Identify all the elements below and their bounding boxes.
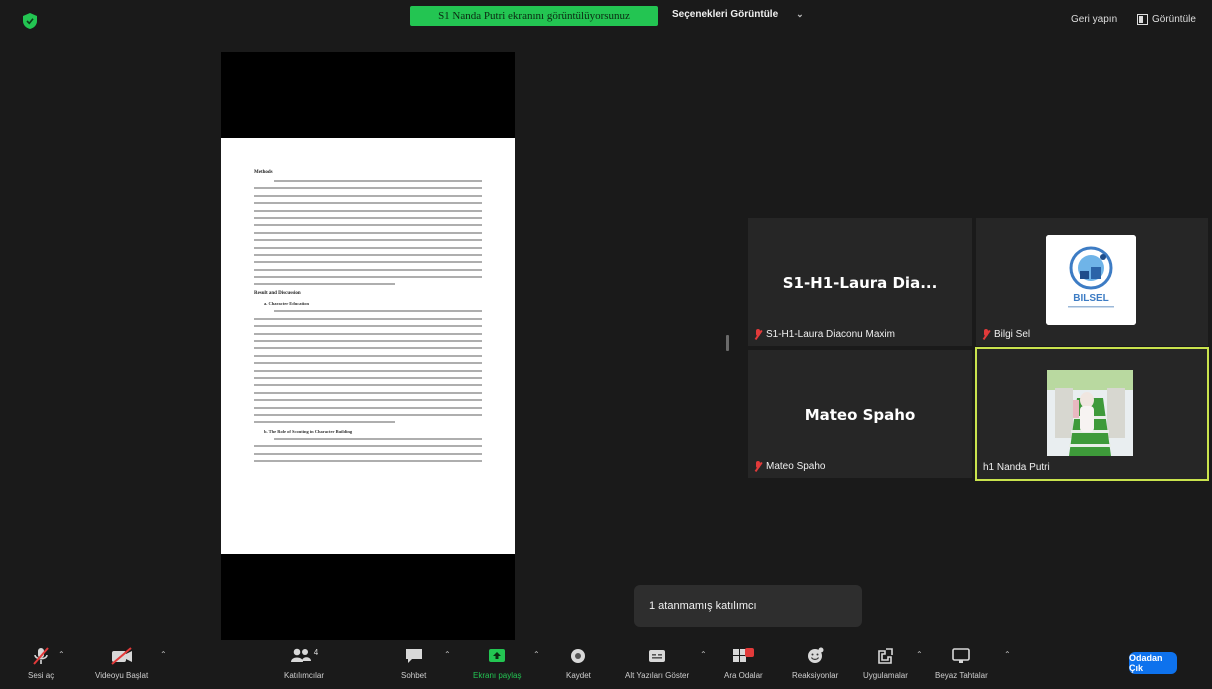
participant-tile-mateo[interactable]: Mateo Spaho Mateo Spaho	[747, 349, 973, 479]
doc-heading-methods: Methods	[254, 170, 273, 175]
whiteboard-icon	[952, 648, 971, 663]
chevron-down-icon[interactable]: ⌄	[796, 9, 804, 20]
meeting-toolbar: Sesi aç ⌃ Videoyu Başlat ⌃ 4 Katılımcıla…	[0, 640, 1212, 689]
record-icon	[571, 649, 586, 663]
reactions-smiley-icon	[808, 647, 824, 663]
reactions-button[interactable]: Reaksiyonlar	[792, 646, 838, 680]
chat-icon	[405, 649, 422, 663]
apps-button[interactable]: Uygulamalar	[863, 646, 908, 680]
whiteboard-options-chevron-icon[interactable]: ⌃	[1004, 650, 1011, 659]
chat-options-chevron-icon[interactable]: ⌃	[444, 650, 451, 659]
doc-subheading: b. The Role of Scouting in Character Bui…	[264, 428, 353, 434]
participants-icon	[290, 648, 311, 662]
video-options-chevron-icon[interactable]: ⌃	[160, 650, 167, 659]
participant-name-label: Bilgi Sel	[982, 329, 1030, 340]
chat-button[interactable]: Sohbet	[401, 646, 426, 680]
view-button[interactable]: Görüntüle	[1137, 14, 1196, 25]
leave-meeting-button[interactable]: Odadan Çık	[1129, 652, 1177, 674]
doc-subheading: a. Character Education	[264, 301, 310, 307]
view-options-menu[interactable]: Seçenekleri Görüntüle ⌄	[672, 9, 804, 20]
mic-muted-icon	[754, 329, 762, 340]
audio-options-chevron-icon[interactable]: ⌃	[58, 650, 65, 659]
doc-paragraph	[254, 437, 482, 462]
breakout-rooms-icon	[733, 648, 755, 662]
start-video-button[interactable]: Videoyu Başlat	[95, 646, 148, 680]
participant-name-label: h1 Nanda Putri	[983, 462, 1050, 473]
apps-icon	[878, 648, 894, 664]
doc-paragraph	[254, 310, 482, 424]
share-screen-icon	[489, 649, 506, 662]
exit-fullscreen-button[interactable]: Geri yapın	[1071, 14, 1117, 25]
participant-display-name: S1-H1-Laura Dia...	[782, 274, 938, 292]
notification-text: 1 atanmamış katılımcı	[649, 600, 757, 612]
doc-paragraph	[254, 180, 482, 286]
unmute-button[interactable]: Sesi aç	[28, 646, 54, 680]
breakout-rooms-button[interactable]: Ara Odalar	[724, 646, 763, 680]
mic-muted-icon	[982, 329, 990, 340]
shared-document-page: Methods Result and Discussion a. Charact…	[221, 138, 515, 554]
captions-options-chevron-icon[interactable]: ⌃	[700, 650, 707, 659]
view-label[interactable]: Görüntüle	[1152, 14, 1196, 25]
captions-icon	[649, 650, 666, 662]
bilsel-logo: BILSEL	[1046, 235, 1136, 325]
show-captions-button[interactable]: Alt Yazıları Göster	[625, 646, 689, 680]
grid-view-icon	[1137, 14, 1148, 25]
participant-video-image	[1047, 370, 1133, 456]
split-resize-handle[interactable]	[726, 335, 729, 351]
participants-button[interactable]: 4 Katılımcılar	[284, 646, 324, 681]
exit-fullscreen-label[interactable]: Geri yapın	[1071, 14, 1117, 25]
security-shield-icon[interactable]	[22, 12, 38, 30]
whiteboards-button[interactable]: Beyaz Tahtalar	[935, 646, 988, 680]
video-off-icon	[110, 647, 132, 665]
participant-display-name: Mateo Spaho	[804, 406, 916, 424]
record-button[interactable]: Kaydet	[566, 646, 591, 680]
unassigned-participants-toast[interactable]: 1 atanmamış katılımcı	[634, 585, 862, 627]
doc-heading-results: Result and Discussion	[254, 291, 301, 297]
bilsel-logo-text: BILSEL	[1073, 293, 1109, 304]
apps-options-chevron-icon[interactable]: ⌃	[916, 650, 923, 659]
share-screen-button[interactable]: Ekranı paylaş	[473, 646, 521, 680]
screen-share-banner: S1 Nanda Putri ekranını görüntülüyorsunu…	[410, 6, 658, 26]
participant-tile-laura[interactable]: S1-H1-Laura Dia... S1-H1-Laura Diaconu M…	[747, 217, 973, 347]
mic-muted-icon	[33, 647, 49, 665]
participant-count: 4	[313, 647, 319, 657]
participant-name-label: Mateo Spaho	[754, 461, 826, 472]
mic-muted-icon	[754, 461, 762, 472]
share-options-chevron-icon[interactable]: ⌃	[533, 650, 540, 659]
participant-name-label: S1-H1-Laura Diaconu Maxim	[754, 329, 895, 340]
view-options-label[interactable]: Seçenekleri Görüntüle	[672, 9, 778, 20]
